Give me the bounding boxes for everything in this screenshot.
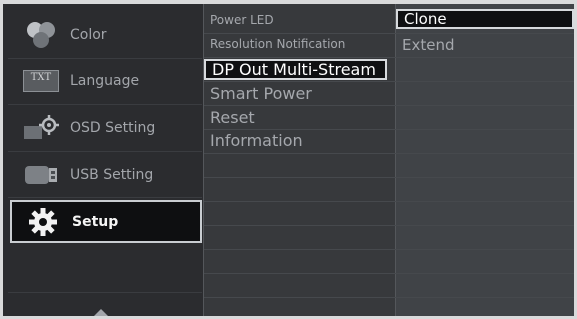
row-divider [204, 297, 574, 298]
menu-divider [8, 58, 202, 59]
menu-item-label: Setup [72, 213, 119, 230]
monitor-osd: Color TXT Language OSD Setting USB Setti… [0, 0, 577, 319]
menu-divider [8, 197, 202, 198]
menu-divider [8, 151, 202, 152]
row-divider [204, 33, 574, 34]
menu-item-setup[interactable]: Setup [10, 200, 202, 243]
submenu-item-information[interactable]: Information [210, 131, 303, 150]
row-divider [204, 105, 574, 106]
osd-setting-icon [22, 113, 60, 143]
submenu-item-smart-power[interactable]: Smart Power [210, 84, 312, 103]
column-divider [203, 4, 204, 316]
menu-item-color[interactable]: Color [10, 14, 202, 56]
language-icon: TXT [22, 66, 60, 96]
row-divider [204, 81, 574, 82]
menu-divider [8, 104, 202, 105]
row-divider [204, 273, 574, 274]
scroll-up-icon[interactable] [94, 309, 108, 316]
option-extend[interactable]: Extend [402, 36, 455, 54]
row-divider [204, 153, 574, 154]
usb-setting-icon [22, 160, 60, 190]
row-divider [204, 249, 574, 250]
row-divider [204, 225, 574, 226]
menu-divider [8, 292, 202, 293]
row-divider [204, 177, 574, 178]
submenu-item-power-led[interactable]: Power LED [210, 13, 274, 27]
row-divider [204, 201, 574, 202]
row-divider [204, 57, 574, 58]
menu-item-label: Color [70, 27, 107, 43]
menu-item-language[interactable]: TXT Language [10, 60, 202, 102]
menu-item-label: Language [70, 73, 140, 89]
column-divider [395, 4, 396, 316]
color-icon [22, 20, 60, 50]
submenu-item-dp-out-multi-stream[interactable]: DP Out Multi-Stream [204, 59, 387, 80]
gear-icon [24, 207, 62, 237]
option-clone[interactable]: Clone [396, 9, 574, 29]
menu-item-label: USB Setting [70, 167, 154, 183]
row-divider [204, 129, 574, 130]
submenu-item-resolution-notification[interactable]: Resolution Notification [210, 37, 345, 51]
submenu-item-reset[interactable]: Reset [210, 108, 255, 127]
menu-item-osd-setting[interactable]: OSD Setting [10, 107, 202, 149]
menu-item-label: OSD Setting [70, 120, 156, 136]
menu-item-usb-setting[interactable]: USB Setting [10, 154, 202, 196]
